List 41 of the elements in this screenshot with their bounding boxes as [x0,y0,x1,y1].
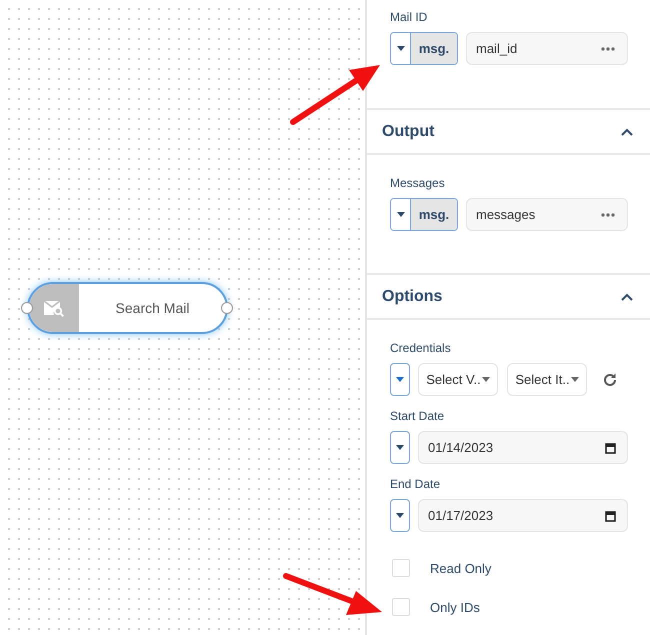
caret-icon [396,445,404,450]
flow-node[interactable]: Search Mail [27,282,228,334]
section-header[interactable]: Output [367,110,650,155]
checkbox[interactable] [392,598,410,616]
chevron-icon [620,126,634,136]
field-label: Start Date [390,408,446,424]
dropdown-button[interactable] [390,431,410,464]
select-field[interactable]: Select It.. [507,363,587,396]
more-icon [601,46,615,50]
section-header[interactable]: Options [367,275,650,320]
caret-icon [396,377,404,382]
output-port[interactable] [221,302,233,314]
checkbox-label: Only IDs [430,600,480,614]
calendar-icon [605,510,616,522]
more-icon [601,212,615,216]
checkbox[interactable] [392,559,410,577]
type-selector[interactable]: msg. [390,198,458,231]
field-label: Mail ID [390,9,428,25]
type-selector[interactable]: msg. [390,32,458,65]
node-label: Search Mail [114,299,190,318]
field-label: Credentials [390,340,452,356]
dropdown-button[interactable] [390,499,410,532]
calendar-icon [605,442,616,454]
caret-icon [396,46,404,51]
field-label: End Date [390,476,442,492]
value-field[interactable]: mail_id [466,32,628,65]
dropdown-button[interactable] [390,363,410,396]
caret-icon [396,513,404,518]
select-field[interactable]: Select V.. [418,363,498,396]
caret-icon [482,377,490,382]
chevron-icon [620,292,634,302]
caret-icon [570,377,579,382]
checkbox-label: Read Only [430,560,492,576]
input-port[interactable] [21,302,33,314]
value-field[interactable]: messages [466,198,628,231]
mail-search-icon [43,299,65,317]
refresh-icon[interactable] [602,372,618,388]
date-field[interactable]: 01/17/2023 [418,499,628,532]
caret-icon [396,212,404,217]
field-label: Messages [390,175,446,191]
date-field[interactable]: 01/14/2023 [418,431,628,464]
